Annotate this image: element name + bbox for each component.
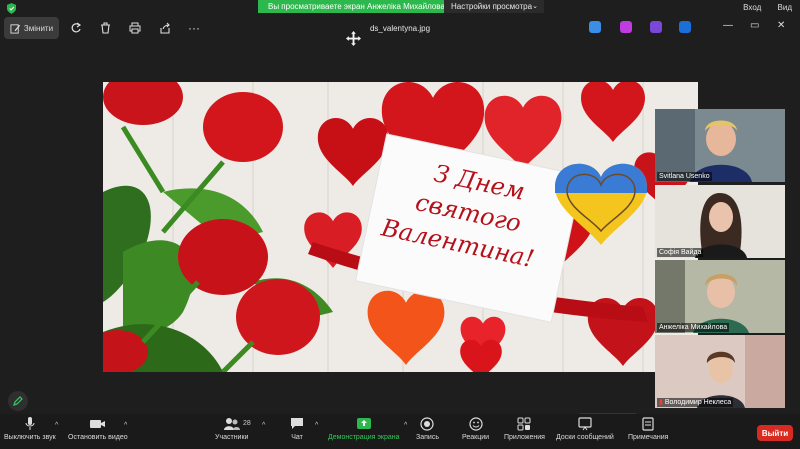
notes-button[interactable]: Примечания [628, 417, 668, 441]
share-screen-icon [356, 418, 371, 429]
participant-tile[interactable]: Svitlana Usenko [655, 109, 785, 182]
stop-video-label: Остановить видео [68, 434, 128, 441]
record-button[interactable]: Запись [416, 417, 439, 441]
app-icon-1[interactable] [589, 21, 601, 33]
chevron-up-icon[interactable]: ^ [124, 422, 127, 429]
whiteboard-icon [578, 417, 592, 431]
app-icon-3[interactable] [650, 21, 662, 33]
mute-label: Выключить звук [4, 434, 56, 441]
notes-label: Примечания [628, 434, 669, 441]
share-screen-label: Демонстрация экрана [328, 434, 400, 441]
view-settings-dropdown[interactable]: Настройки просмотра ⌄ [444, 0, 544, 13]
participant-tile[interactable]: Софія Вайда [655, 185, 785, 258]
record-label: Запись [416, 434, 439, 441]
participant-name-text: Володимир Неклеса [664, 399, 732, 406]
chat-label: Чат [291, 434, 303, 441]
microphone-icon [25, 417, 35, 430]
chat-bubble-icon [291, 418, 303, 429]
whiteboards-label: Доски сообщений [556, 434, 614, 441]
share-banner: Вы просматриваете экран Анжеліка Михайло… [0, 0, 800, 14]
view-menu[interactable]: Вид [778, 3, 792, 12]
participant-name: Svitlana Usenko [657, 172, 712, 181]
record-icon [420, 417, 435, 431]
minimize-icon[interactable]: — [723, 20, 733, 31]
cloud-icon[interactable] [679, 21, 691, 33]
annotate-button[interactable] [8, 391, 28, 411]
meeting-controls: Выключить звук ^ Остановить видео ^ Учас… [0, 414, 800, 449]
mic-muted-icon: ▮ [659, 399, 663, 406]
move-icon[interactable] [346, 31, 361, 46]
reactions-button[interactable]: Реакции [462, 417, 489, 441]
shared-image: З Днем святого Валентина! [103, 82, 698, 372]
chevron-up-icon[interactable]: ^ [262, 422, 265, 429]
participant-tile[interactable]: ▮ Володимир Неклеса [655, 335, 785, 408]
close-icon[interactable]: ✕ [777, 20, 785, 31]
sign-in-link[interactable]: Вход [743, 3, 761, 12]
apps-icon [517, 417, 531, 431]
chat-button[interactable]: Чат [290, 417, 304, 441]
view-settings-label: Настройки просмотра [451, 2, 533, 11]
whiteboards-button[interactable]: Доски сообщений [556, 417, 614, 441]
stop-video-button[interactable]: Остановить видео [68, 417, 128, 441]
valentine-card-image: З Днем святого Валентина! [103, 82, 698, 372]
chevron-up-icon[interactable]: ^ [55, 422, 58, 429]
shield-icon [7, 3, 16, 14]
participant-count: 28 [243, 420, 251, 427]
restore-icon[interactable]: ▭ [750, 20, 759, 31]
pen-icon [13, 396, 23, 406]
smiley-icon [468, 417, 483, 431]
participant-name: Анжеліка Михайлова [657, 323, 730, 332]
leave-button[interactable]: Выйти [757, 425, 793, 441]
reactions-label: Реакции [462, 434, 490, 441]
sharing-status-label: Вы просматриваете экран Анжеліка Михайло… [258, 0, 455, 13]
app-icon-2[interactable] [620, 21, 632, 33]
video-camera-icon [89, 420, 105, 428]
share-screen-button[interactable]: Демонстрация экрана [328, 417, 400, 441]
mute-button[interactable]: Выключить звук [4, 417, 56, 441]
chevron-up-icon[interactable]: ^ [315, 422, 318, 429]
participant-tile[interactable]: Анжеліка Михайлова [655, 260, 785, 333]
people-icon [223, 418, 240, 430]
participant-name: Софія Вайда [657, 248, 704, 257]
apps-label: Приложения [504, 434, 545, 441]
notes-icon [642, 417, 654, 431]
apps-button[interactable]: Приложения [504, 417, 545, 441]
chevron-down-icon: ⌄ [532, 3, 538, 10]
participants-label: Участники [215, 434, 249, 441]
participant-name: ▮ Володимир Неклеса [657, 398, 734, 407]
chevron-up-icon[interactable]: ^ [404, 422, 407, 429]
